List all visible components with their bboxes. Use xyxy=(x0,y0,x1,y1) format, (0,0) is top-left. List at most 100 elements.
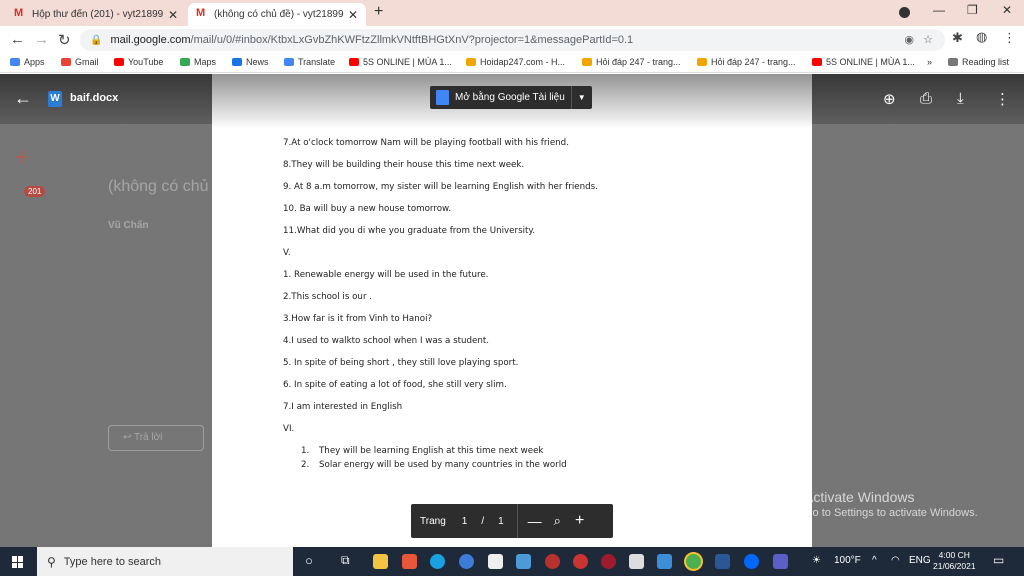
bookmark-news[interactable]: News xyxy=(232,57,269,67)
doc-line: 1. Renewable energy will be used in the … xyxy=(283,270,489,280)
compose-icon: + xyxy=(14,142,30,172)
bookmark-maps[interactable]: Maps xyxy=(180,57,216,67)
zalo-icon[interactable] xyxy=(744,554,759,569)
app-icon[interactable] xyxy=(402,554,417,569)
app-icon[interactable] xyxy=(573,554,588,569)
app-icon[interactable] xyxy=(545,554,560,569)
tab-inbox[interactable]: Hộp thư đến (201) - vyt21899@g ✕ xyxy=(6,3,186,26)
list-item: 2. Solar energy will be used by many coun… xyxy=(301,460,567,470)
document-page: 7.At o'clock tomorrow Nam will be playin… xyxy=(212,74,812,547)
sender-name: Vũ Chấn xyxy=(108,220,149,231)
notifications-icon[interactable]: ▭ xyxy=(993,553,1004,567)
back-icon[interactable]: ← xyxy=(10,31,25,48)
close-viewer-icon[interactable]: ← xyxy=(14,88,32,109)
doc-line: V. xyxy=(283,248,291,258)
close-tab-icon[interactable]: ✕ xyxy=(348,8,358,22)
minimize-icon[interactable]: — xyxy=(933,3,945,17)
extensions-icon[interactable]: ✱ xyxy=(952,30,963,46)
language-indicator[interactable]: ENG xyxy=(909,555,931,566)
youtube-icon xyxy=(114,58,124,66)
bookmark-hoidap[interactable]: Hoidap247.com - H... xyxy=(466,57,565,67)
bookmark-hoidap-2[interactable]: Hỏi đáp 247 - trang... xyxy=(582,57,681,67)
mail-icon[interactable] xyxy=(516,554,531,569)
bookmark-youtube[interactable]: YouTube xyxy=(114,57,163,67)
open-with-google-docs-button[interactable]: Mở bằng Google Tài liệu ▼ xyxy=(430,86,592,109)
tab-strip: Hộp thư đến (201) - vyt21899@g ✕ (không … xyxy=(0,0,1024,26)
doc-line: 10. Ba will buy a new house tomorrow. xyxy=(283,204,452,214)
add-to-drive-icon[interactable]: ⊕ xyxy=(883,90,896,108)
clock[interactable]: 4:00 CH 21/06/2021 xyxy=(933,550,976,572)
bookmark-5s-online[interactable]: 5S ONLINE | MÙA 1... xyxy=(349,57,452,67)
current-page[interactable]: 1 xyxy=(462,516,468,527)
close-window-icon[interactable]: ✕ xyxy=(1002,3,1012,17)
windows-start-icon[interactable] xyxy=(12,556,24,568)
gmail-icon xyxy=(61,58,71,66)
doc-line: 4.I used to walkto school when I was a s… xyxy=(283,336,490,346)
edge-icon[interactable] xyxy=(430,554,445,569)
bookmark-hoidap-3[interactable]: Hỏi đáp 247 - trang... xyxy=(697,57,796,67)
divider xyxy=(516,504,518,538)
taskbar-search-input[interactable]: ⚲ Type here to search xyxy=(37,547,293,576)
address-bar[interactable]: 🔒 mail.google.com/mail/u/0/#inbox/KtbxLx… xyxy=(80,29,945,51)
notepad-icon[interactable] xyxy=(488,554,503,569)
opera-icon[interactable] xyxy=(601,554,616,569)
new-tab-icon[interactable]: + xyxy=(374,3,383,21)
total-pages: 1 xyxy=(498,515,504,527)
cortana-icon[interactable]: ○ xyxy=(305,553,313,568)
reload-icon[interactable]: ↻ xyxy=(58,31,71,49)
bookmark-gmail[interactable]: Gmail xyxy=(61,57,99,67)
app-icon[interactable] xyxy=(459,554,474,569)
gmail-icon xyxy=(196,7,208,19)
zoom-icon[interactable]: ⌕ xyxy=(554,513,561,529)
chevron-down-icon[interactable]: ▼ xyxy=(572,93,592,102)
bookmark-5s-online-2[interactable]: 5S ONLINE | MÙA 1... xyxy=(812,57,915,67)
chrome-icon[interactable] xyxy=(686,554,701,569)
email-subject: (không có chủ xyxy=(108,178,209,195)
bookmark-translate[interactable]: Translate xyxy=(284,57,335,67)
avatar[interactable]: ◍ xyxy=(976,29,987,45)
url-path: /mail/u/0/#inbox/KtbxLxGvbZhKWFtzZllmkVN… xyxy=(190,34,634,46)
search-placeholder: Type here to search xyxy=(63,555,162,568)
download-icon[interactable]: ⤓ xyxy=(957,90,964,107)
task-view-icon[interactable]: ⧉ xyxy=(341,553,350,568)
app-icon[interactable] xyxy=(657,554,672,569)
doc-line: 9. At 8 a.m tomorrow, my sister will be … xyxy=(283,182,598,192)
more-options-icon[interactable]: ⋮ xyxy=(995,90,1010,108)
zoom-out-icon[interactable]: — xyxy=(528,513,542,529)
file-explorer-icon[interactable] xyxy=(373,554,388,569)
list-item: 1. They will be learning English at this … xyxy=(301,446,544,456)
menu-icon[interactable]: ⋮ xyxy=(1003,30,1016,46)
gmail-icon xyxy=(14,7,26,19)
doc-line: VI. xyxy=(283,424,295,434)
temperature: 100°F xyxy=(834,555,861,566)
doc-line: 11.What did you di whe you graduate from… xyxy=(283,226,536,236)
zoom-in-icon[interactable]: + xyxy=(575,512,584,530)
search-icon: ⚲ xyxy=(47,554,56,569)
restore-icon[interactable]: ❐ xyxy=(967,3,978,17)
doc-line: 7.At o'clock tomorrow Nam will be playin… xyxy=(283,138,569,148)
doc-line: 6. In spite of eating a lot of food, she… xyxy=(283,380,507,390)
bookmarks-bar: Apps Gmail YouTube Maps News Translate 5… xyxy=(0,53,1024,73)
word-icon[interactable] xyxy=(715,554,730,569)
forward-icon[interactable]: → xyxy=(34,31,49,48)
file-name: baif.docx xyxy=(70,92,119,104)
tab-search-icon[interactable] xyxy=(899,7,910,18)
close-tab-icon[interactable]: ✕ xyxy=(168,8,178,22)
teams-icon[interactable] xyxy=(773,554,788,569)
bookmark-star-icon[interactable]: ◉ ☆ xyxy=(904,33,933,46)
reply-button[interactable]: ↩ Trả lời xyxy=(108,425,204,451)
wifi-icon[interactable]: ◠ xyxy=(891,555,900,566)
chevron-up-icon[interactable]: ^ xyxy=(872,555,877,566)
open-with-label: Mở bằng Google Tài liệu xyxy=(455,92,565,103)
bookmark-apps[interactable]: Apps xyxy=(10,57,45,67)
tab-message[interactable]: (không có chủ đề) - vyt21899@g ✕ xyxy=(188,3,366,26)
translate-icon xyxy=(284,58,294,66)
reading-list[interactable]: Reading list xyxy=(948,57,1009,67)
apps-icon xyxy=(10,58,20,66)
tab-title: (không có chủ đề) - vyt21899@g xyxy=(214,9,344,20)
reading-list-icon xyxy=(948,58,958,66)
store-icon[interactable] xyxy=(629,554,644,569)
print-icon[interactable]: ⎙ xyxy=(920,90,932,107)
more-bookmarks-icon[interactable]: » xyxy=(927,57,932,67)
activate-windows-watermark: Activate Windows Go to Settings to activ… xyxy=(804,489,978,519)
